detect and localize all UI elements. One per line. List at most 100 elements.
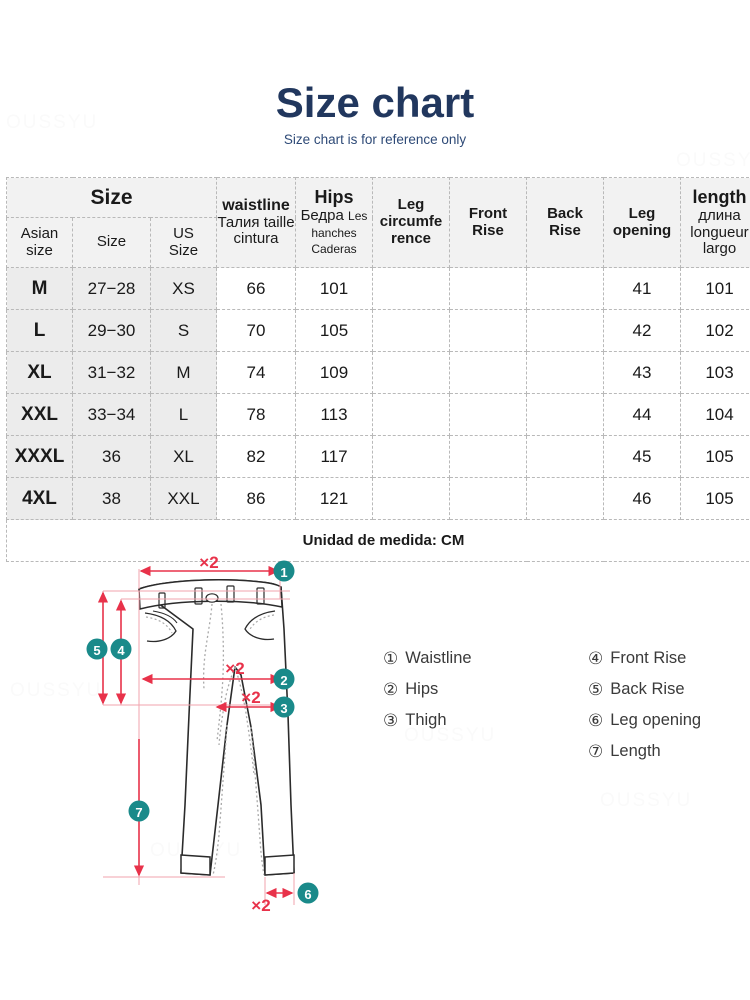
measurement-legend: ① Waistline ② Hips ③ Thigh ④ Front Rise	[383, 643, 750, 767]
header-hips-en: Hips	[314, 186, 354, 207]
cell-asian-size: M	[6, 267, 73, 310]
cell-front-rise	[449, 351, 527, 394]
header-hips: Hips Бедра Les hanches Caderas	[295, 177, 373, 268]
header-back-rise: Back Rise	[526, 177, 604, 268]
table-header-group-row: Size waistline Талия taille cintura Hips…	[6, 177, 750, 268]
measure-label-waistline: ×2	[199, 555, 218, 572]
header-leg-opening: Leg opening	[603, 177, 681, 268]
cell-back-rise	[526, 393, 604, 436]
header-length-ru: длина	[698, 206, 741, 224]
cell-hips: 117	[295, 435, 373, 478]
legend-column-right: ④ Front Rise ⑤ Back Rise ⑥ Leg opening ⑦…	[588, 643, 750, 767]
header-leg-circ-line2: circumfe	[379, 213, 443, 231]
legend-item-hips: ② Hips	[383, 674, 588, 705]
cell-hips: 109	[295, 351, 373, 394]
legend-num-5: ⑤	[588, 680, 604, 699]
cell-waistline: 78	[216, 393, 296, 436]
cell-leg-opening: 41	[603, 267, 681, 310]
legend-item-back-rise: ⑤ Back Rise	[588, 674, 750, 705]
legend-item-waistline: ① Waistline	[383, 643, 588, 674]
cell-leg-opening: 46	[603, 477, 681, 520]
header-leg-circ-line1: Leg	[397, 196, 425, 214]
header-front-rise: Front Rise	[449, 177, 527, 268]
legend-label-hips: Hips	[405, 680, 439, 698]
header-length-en: length	[692, 186, 747, 207]
cell-front-rise	[449, 393, 527, 436]
cell-length: 101	[680, 267, 750, 310]
legend-column-left: ① Waistline ② Hips ③ Thigh	[383, 643, 588, 767]
cell-us-size: XXL	[150, 477, 217, 520]
header-us-size-line2: Size	[168, 241, 199, 259]
table-row: 4XL 38 XXL 86 121 46 105	[6, 477, 750, 520]
cell-hips: 121	[295, 477, 373, 520]
cell-back-rise	[526, 351, 604, 394]
cell-hips: 105	[295, 309, 373, 352]
table-row: XXL 33−34 L 78 113 44 104	[6, 393, 750, 436]
cell-length: 104	[680, 393, 750, 436]
cell-back-rise	[526, 267, 604, 310]
table-row: XL 31−32 M 74 109 43 103	[6, 351, 750, 394]
cell-us-size: XS	[150, 267, 217, 310]
cell-asian-size: XXL	[6, 393, 73, 436]
badge-6-label: 6	[304, 887, 311, 902]
badge-3-label: 3	[280, 701, 287, 716]
legend-label-front-rise: Front Rise	[610, 649, 687, 667]
cell-waistline: 74	[216, 351, 296, 394]
cell-asian-size: XL	[6, 351, 73, 394]
cell-waistline: 70	[216, 309, 296, 352]
measure-label-leg-opening: ×2	[251, 896, 270, 915]
header-front-rise-line1: Front	[468, 204, 508, 222]
badge-1-label: 1	[280, 565, 287, 580]
legend-item-leg-opening: ⑥ Leg opening	[588, 705, 750, 736]
legend-label-leg-opening: Leg opening	[610, 711, 702, 729]
cell-length: 105	[680, 435, 750, 478]
watermark: OUSSYU	[676, 150, 750, 171]
cell-size: 29−30	[72, 309, 151, 352]
cell-back-rise	[526, 435, 604, 478]
cell-size: 31−32	[72, 351, 151, 394]
cell-us-size: XL	[150, 435, 217, 478]
table-row: L 29−30 S 70 105 42 102	[6, 309, 750, 352]
header-leg-circ-line3: rence	[390, 229, 432, 247]
cell-waistline: 82	[216, 435, 296, 478]
cell-asian-size: XXXL	[6, 435, 73, 478]
legend-num-7: ⑦	[588, 742, 604, 761]
cell-leg-opening: 42	[603, 309, 681, 352]
header-waistline-ru: Талия	[217, 213, 260, 231]
legend-num-3: ③	[383, 711, 399, 730]
cell-waistline: 86	[216, 477, 296, 520]
left-pocket-stitch-icon	[145, 616, 173, 634]
header-length: length длина longueur largo	[680, 177, 750, 268]
cell-leg-opening: 43	[603, 351, 681, 394]
cell-leg-circumference	[372, 393, 450, 436]
cell-leg-circumference	[372, 351, 450, 394]
header-us-size-line1: US	[173, 224, 194, 242]
cell-length: 105	[680, 477, 750, 520]
left-cuff-icon	[180, 854, 211, 876]
badge-5-label: 5	[93, 643, 100, 658]
header-us-size: US Size	[150, 217, 217, 268]
cell-size: 36	[72, 435, 151, 478]
cell-leg-opening: 44	[603, 393, 681, 436]
cell-leg-opening: 45	[603, 435, 681, 478]
cell-hips: 101	[295, 267, 373, 310]
legend-label-thigh: Thigh	[405, 711, 447, 729]
cell-front-rise	[449, 435, 527, 478]
cell-size: 33−34	[72, 393, 151, 436]
header-length-es: largo	[702, 240, 737, 258]
cell-leg-circumference	[372, 267, 450, 310]
cell-asian-size: L	[6, 309, 73, 352]
header-asian-size: Asian size	[6, 217, 73, 268]
button-icon	[205, 593, 219, 603]
pants-outline-icon	[138, 579, 295, 876]
cell-us-size: S	[150, 309, 217, 352]
header-waistline-en: waistline	[222, 196, 290, 214]
cell-hips: 113	[295, 393, 373, 436]
cell-back-rise	[526, 309, 604, 352]
header-asian-size-line2: size	[26, 241, 53, 259]
size-chart-table: Size waistline Талия taille cintura Hips…	[6, 177, 750, 562]
legend-num-6: ⑥	[588, 711, 604, 730]
header-length-fr: longueur	[690, 223, 749, 241]
table-body: M 27−28 XS 66 101 41 101 L 29−30 S 70 10…	[6, 267, 750, 562]
page-title: Size chart	[275, 79, 475, 126]
